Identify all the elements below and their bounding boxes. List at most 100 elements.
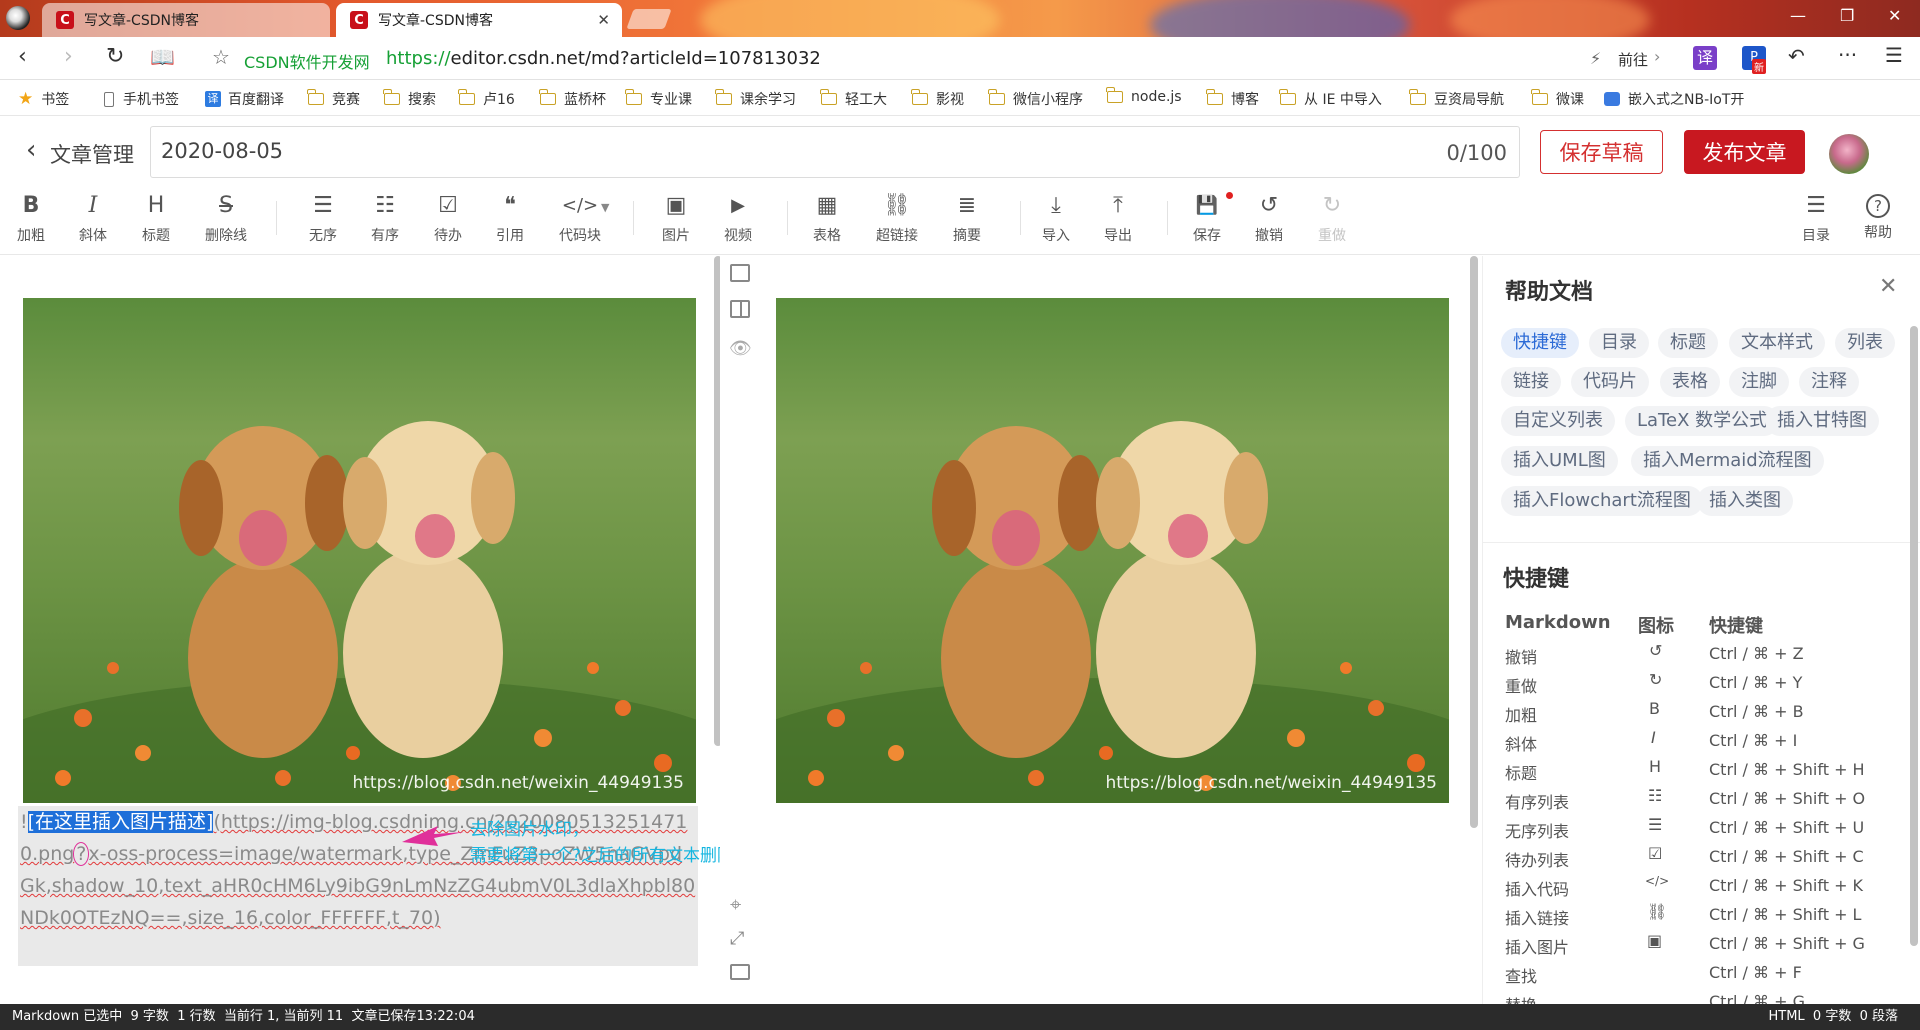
bookmark-folder[interactable]: node.js <box>1106 87 1182 105</box>
undo-history-icon[interactable]: ↶ <box>1788 44 1805 68</box>
tool-strikethrough[interactable]: S 删除线 <box>196 191 256 245</box>
help-chip[interactable]: 注释 <box>1799 367 1859 397</box>
help-chip[interactable]: 插入UML图 <box>1501 446 1618 476</box>
locate-icon[interactable]: ⌖ <box>730 892 741 916</box>
publish-button[interactable]: 发布文章 <box>1684 130 1805 174</box>
close-window-icon[interactable]: ✕ <box>1888 6 1901 25</box>
bookmark-star[interactable]: ★ 书签 <box>18 89 69 109</box>
help-chip[interactable]: 标题 <box>1658 328 1718 358</box>
bookmark-folder[interactable]: 专业课 <box>625 89 692 109</box>
bookmark-mobile[interactable]: 手机书签 <box>104 89 179 109</box>
help-chip[interactable]: 自定义列表 <box>1501 406 1615 436</box>
tool-video[interactable]: ▶ 视频 <box>708 191 768 245</box>
tool-redo[interactable]: ↻ 重做 <box>1302 191 1362 245</box>
status-bar: Markdown 已选中 9 字数 1 行数 当前行 1, 当前列 11 文章已… <box>0 1004 1920 1030</box>
help-chip[interactable]: 链接 <box>1501 367 1561 397</box>
help-chip[interactable]: 插入类图 <box>1697 486 1793 516</box>
bookmark-robot[interactable]: 嵌入式之NB-IoT开 <box>1604 89 1904 109</box>
editor-header: ‹ 文章管理 2020-08-05 0/100 保存草稿 发布文章 <box>0 117 1920 187</box>
bookmark-folder[interactable]: 课余学习 <box>715 89 796 109</box>
help-chip[interactable]: 目录 <box>1589 328 1649 358</box>
tool-bold[interactable]: B 加粗 <box>1 191 61 245</box>
tool-hyperlink[interactable]: ⛓ 超链接 <box>867 191 927 245</box>
avatar[interactable] <box>1829 134 1869 174</box>
caret-down-icon[interactable]: ▼ <box>601 201 609 214</box>
bookmark-folder[interactable]: 微课 <box>1531 89 1584 109</box>
menu-icon[interactable]: ☰ <box>1885 43 1903 67</box>
folder-icon <box>988 89 1005 105</box>
reload-icon[interactable]: ↻ <box>106 46 124 68</box>
tool-import[interactable]: ⤓ 导入 <box>1026 191 1086 245</box>
save-draft-button[interactable]: 保存草稿 <box>1540 130 1663 174</box>
url-field[interactable]: https://editor.csdn.net/md?articleId=107… <box>386 48 821 69</box>
bookmark-folder[interactable]: 卢16 <box>458 89 515 109</box>
tool-code-block[interactable]: </> 代码块 <box>550 191 610 245</box>
bookmark-folder[interactable]: 从 IE 中导入 <box>1279 89 1382 109</box>
folder-icon <box>539 89 556 105</box>
help-chip[interactable]: 列表 <box>1835 328 1895 358</box>
tool-summary[interactable]: ≣ 摘要 <box>937 191 997 245</box>
summary-icon: ≣ <box>957 193 977 218</box>
tool-quote[interactable]: ❝ 引用 <box>480 191 540 245</box>
preview-eye-icon[interactable]: 👁 <box>729 338 752 359</box>
ordered-list-icon: ☷ <box>1648 786 1663 805</box>
tool-save[interactable]: 💾 保存 <box>1177 191 1237 245</box>
star-icon[interactable]: ☆ <box>212 46 230 68</box>
help-chip[interactable]: 插入甘特图 <box>1765 406 1879 436</box>
fullscreen-icon[interactable]: ⤢ <box>730 928 744 949</box>
tool-help[interactable]: ? 帮助 <box>1848 191 1908 242</box>
editor-only-icon[interactable] <box>730 264 750 282</box>
tab-1[interactable]: C 写文章-CSDN博客 <box>42 3 330 37</box>
help-chip[interactable]: 注脚 <box>1729 367 1789 397</box>
tool-ordered-list[interactable]: ☷ 有序 <box>355 191 415 245</box>
help-chip[interactable]: LaTeX 数学公式 <box>1625 406 1780 436</box>
tool-table[interactable]: ▦ 表格 <box>797 191 857 245</box>
bookmark-folder[interactable]: 竞赛 <box>307 89 360 109</box>
bookmark-folder[interactable]: 豆资局导航 <box>1409 89 1504 109</box>
export-icon: ⤒ <box>1113 193 1123 218</box>
new-tab-button[interactable] <box>626 9 672 29</box>
tool-todo[interactable]: ☑ 待办 <box>418 191 478 245</box>
bookmark-folder[interactable]: 轻工大 <box>820 89 887 109</box>
back-icon[interactable]: ‹ <box>18 46 27 68</box>
desktop-icon[interactable] <box>730 964 750 980</box>
tab-2[interactable]: C 写文章-CSDN博客 ✕ <box>336 3 622 37</box>
help-scrollbar[interactable] <box>1910 326 1918 946</box>
tool-unordered-list[interactable]: ☰ 无序 <box>293 191 353 245</box>
more-icon[interactable]: ··· <box>1838 43 1857 67</box>
split-view-icon[interactable] <box>730 300 750 318</box>
forward-icon[interactable]: › <box>64 46 73 68</box>
help-chip[interactable]: 表格 <box>1660 367 1720 397</box>
tool-toc[interactable]: ☰ 目录 <box>1786 191 1846 245</box>
status-right: HTML 0 字数 0 段落 <box>1768 1009 1898 1024</box>
tool-italic[interactable]: I 斜体 <box>63 191 123 245</box>
title-input[interactable]: 2020-08-05 0/100 <box>150 126 1520 178</box>
minimize-icon[interactable]: — <box>1790 6 1806 25</box>
close-tab-icon[interactable]: ✕ <box>597 11 610 29</box>
tool-image[interactable]: ▣ 图片 <box>646 191 706 245</box>
help-chip[interactable]: 插入Flowchart流程图 <box>1501 486 1703 516</box>
bookmark-folder[interactable]: 影视 <box>911 89 964 109</box>
browser-logo-icon[interactable] <box>6 6 30 30</box>
bookmark-folder[interactable]: 蓝桥杯 <box>539 89 606 109</box>
preview-scrollbar[interactable] <box>1470 256 1478 828</box>
help-chip[interactable]: 代码片 <box>1571 367 1649 397</box>
article-manage-link[interactable]: 文章管理 <box>50 139 134 169</box>
help-chip[interactable]: 快捷键 <box>1501 328 1579 358</box>
restore-icon[interactable]: ❐ <box>1840 6 1854 25</box>
bookmark-folder[interactable]: 微信小程序 <box>988 89 1083 109</box>
markdown-editor-pane[interactable]: https://blog.csdn.net/weixin_44949135 ![… <box>0 256 722 1004</box>
tool-undo[interactable]: ↺ 撤销 <box>1239 191 1299 245</box>
bookmark-baidu-translate[interactable]: 译百度翻译 <box>205 89 284 109</box>
bookmark-folder[interactable]: 搜索 <box>383 89 436 109</box>
help-chip[interactable]: 插入Mermaid流程图 <box>1631 446 1824 476</box>
forward-go-label[interactable]: 前往 <box>1618 49 1648 70</box>
translate-icon[interactable]: 译 <box>1693 46 1717 70</box>
help-chip[interactable]: 文本样式 <box>1729 328 1825 358</box>
reader-icon[interactable]: 📖 <box>150 46 175 68</box>
back-chevron-icon[interactable]: ‹ <box>26 135 36 165</box>
close-help-icon[interactable]: ✕ <box>1879 274 1897 299</box>
tool-heading[interactable]: H 标题 <box>126 191 186 245</box>
tool-export[interactable]: ⤒ 导出 <box>1088 191 1148 245</box>
bookmark-folder[interactable]: 博客 <box>1206 89 1259 109</box>
